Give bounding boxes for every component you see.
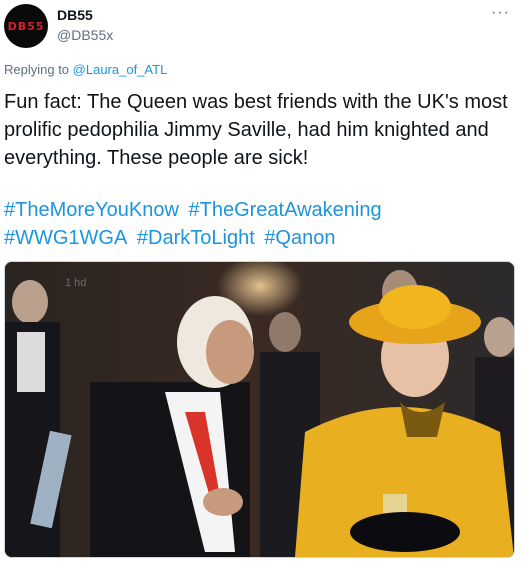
author-handle[interactable]: @DB55x: [57, 27, 113, 43]
reply-target-link[interactable]: @Laura_of_ATL: [73, 62, 168, 77]
hashtag-link[interactable]: #WWG1WGA: [4, 227, 127, 249]
hashtag-link[interactable]: #Qanon: [264, 227, 335, 249]
tweet-photo[interactable]: 1 hd: [4, 261, 515, 558]
author-display-name[interactable]: DB55: [57, 7, 93, 23]
hashtag-list: #TheMoreYouKnow #TheGreatAwakening #WWG1…: [4, 196, 509, 252]
tweet: DB55 DB55 @DB55x ··· Replying to @Laura_…: [0, 0, 522, 572]
hashtag-link[interactable]: #TheMoreYouKnow: [4, 199, 179, 221]
photo-illustration: 1 hd: [5, 262, 514, 557]
reply-prefix: Replying to: [4, 62, 70, 77]
avatar[interactable]: DB55: [4, 4, 48, 48]
hashtag-link[interactable]: #TheGreatAwakening: [189, 199, 382, 221]
avatar-logo-text: DB55: [7, 19, 45, 33]
more-options-icon[interactable]: ···: [491, 4, 510, 22]
photo-watermark: 1 hd: [65, 277, 86, 289]
reply-context: Replying to @Laura_of_ATL: [4, 62, 167, 77]
tweet-text: Fun fact: The Queen was best friends wit…: [4, 91, 508, 169]
hashtag-link[interactable]: #DarkToLight: [137, 227, 255, 249]
